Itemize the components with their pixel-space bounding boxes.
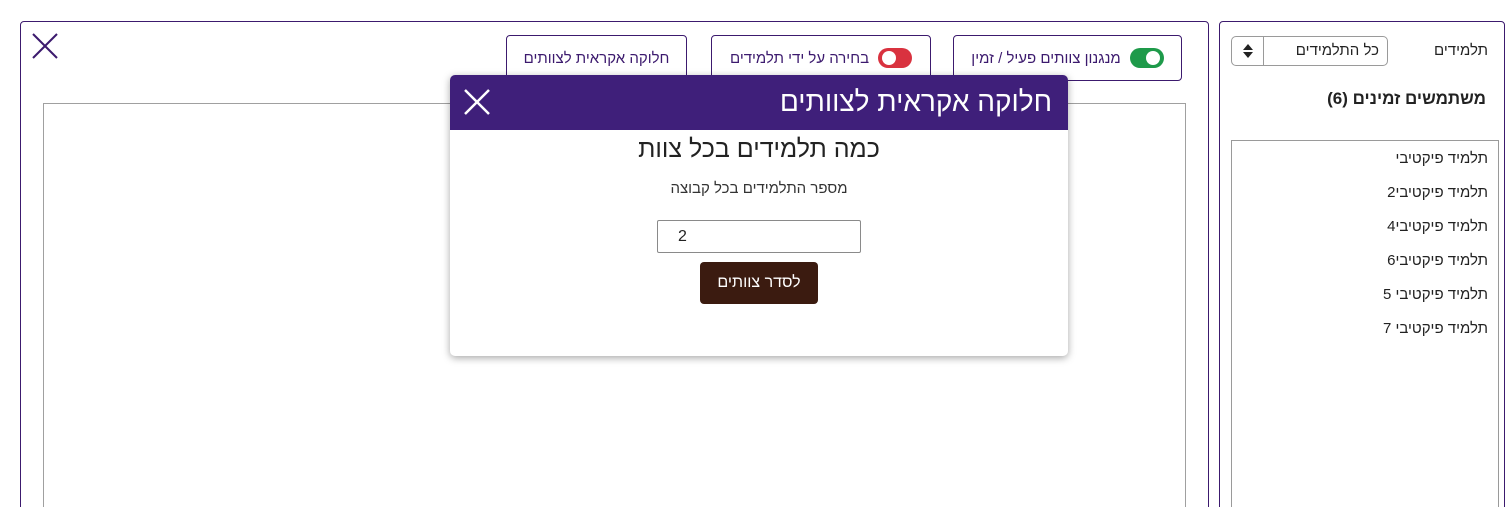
students-filter-value: כל התלמידים xyxy=(1295,42,1379,59)
list-item[interactable]: תלמיד פיקטיבי6 xyxy=(1387,252,1488,269)
users-sidebar: תלמידים כל התלמידים משתמשים זמינים (6) ת… xyxy=(1219,21,1505,507)
toggle-on-icon[interactable] xyxy=(1129,48,1164,68)
students-per-group-label: מספר התלמידים בכל קבוצה xyxy=(670,180,848,197)
modal-title: חלוקה אקראית לצוותים xyxy=(779,86,1052,117)
students-per-team-input[interactable] xyxy=(657,220,861,253)
list-item[interactable]: תלמיד פיקטיבי2 xyxy=(1387,184,1488,201)
available-users-heading: משתמשים זמינים (6) xyxy=(1327,89,1486,108)
list-item[interactable]: תלמיד פיקטיבי 5 xyxy=(1383,286,1488,303)
close-icon[interactable] xyxy=(463,88,491,116)
arrange-teams-button[interactable]: לסדר צוותים xyxy=(700,262,818,304)
students-label: תלמידים xyxy=(1434,42,1488,59)
active-mechanism-label: מנגנון צוותים פעיל / זמין xyxy=(971,49,1121,67)
available-users-list[interactable]: תלמיד פיקטיבי תלמיד פיקטיבי2 תלמיד פיקטי… xyxy=(1231,140,1499,507)
random-split-modal: חלוקה אקראית לצוותים כמה תלמידים בכל צוו… xyxy=(450,75,1068,356)
sort-arrows-icon xyxy=(1232,37,1264,65)
close-icon[interactable] xyxy=(30,31,60,61)
modal-header: חלוקה אקראית לצוותים xyxy=(450,75,1068,130)
toggle-off-icon[interactable] xyxy=(878,48,913,68)
students-filter-select[interactable]: כל התלמידים xyxy=(1231,36,1388,66)
random-split-label: חלוקה אקראית לצוותים xyxy=(523,49,670,67)
student-choice-label: בחירה על ידי תלמידים xyxy=(729,49,870,67)
modal-question: כמה תלמידים בכל צוות xyxy=(638,135,880,163)
list-item[interactable]: תלמיד פיקטיבי4 xyxy=(1387,218,1488,235)
list-item[interactable]: תלמיד פיקטיבי 7 xyxy=(1383,320,1488,337)
list-item[interactable]: תלמיד פיקטיבי xyxy=(1395,150,1488,167)
